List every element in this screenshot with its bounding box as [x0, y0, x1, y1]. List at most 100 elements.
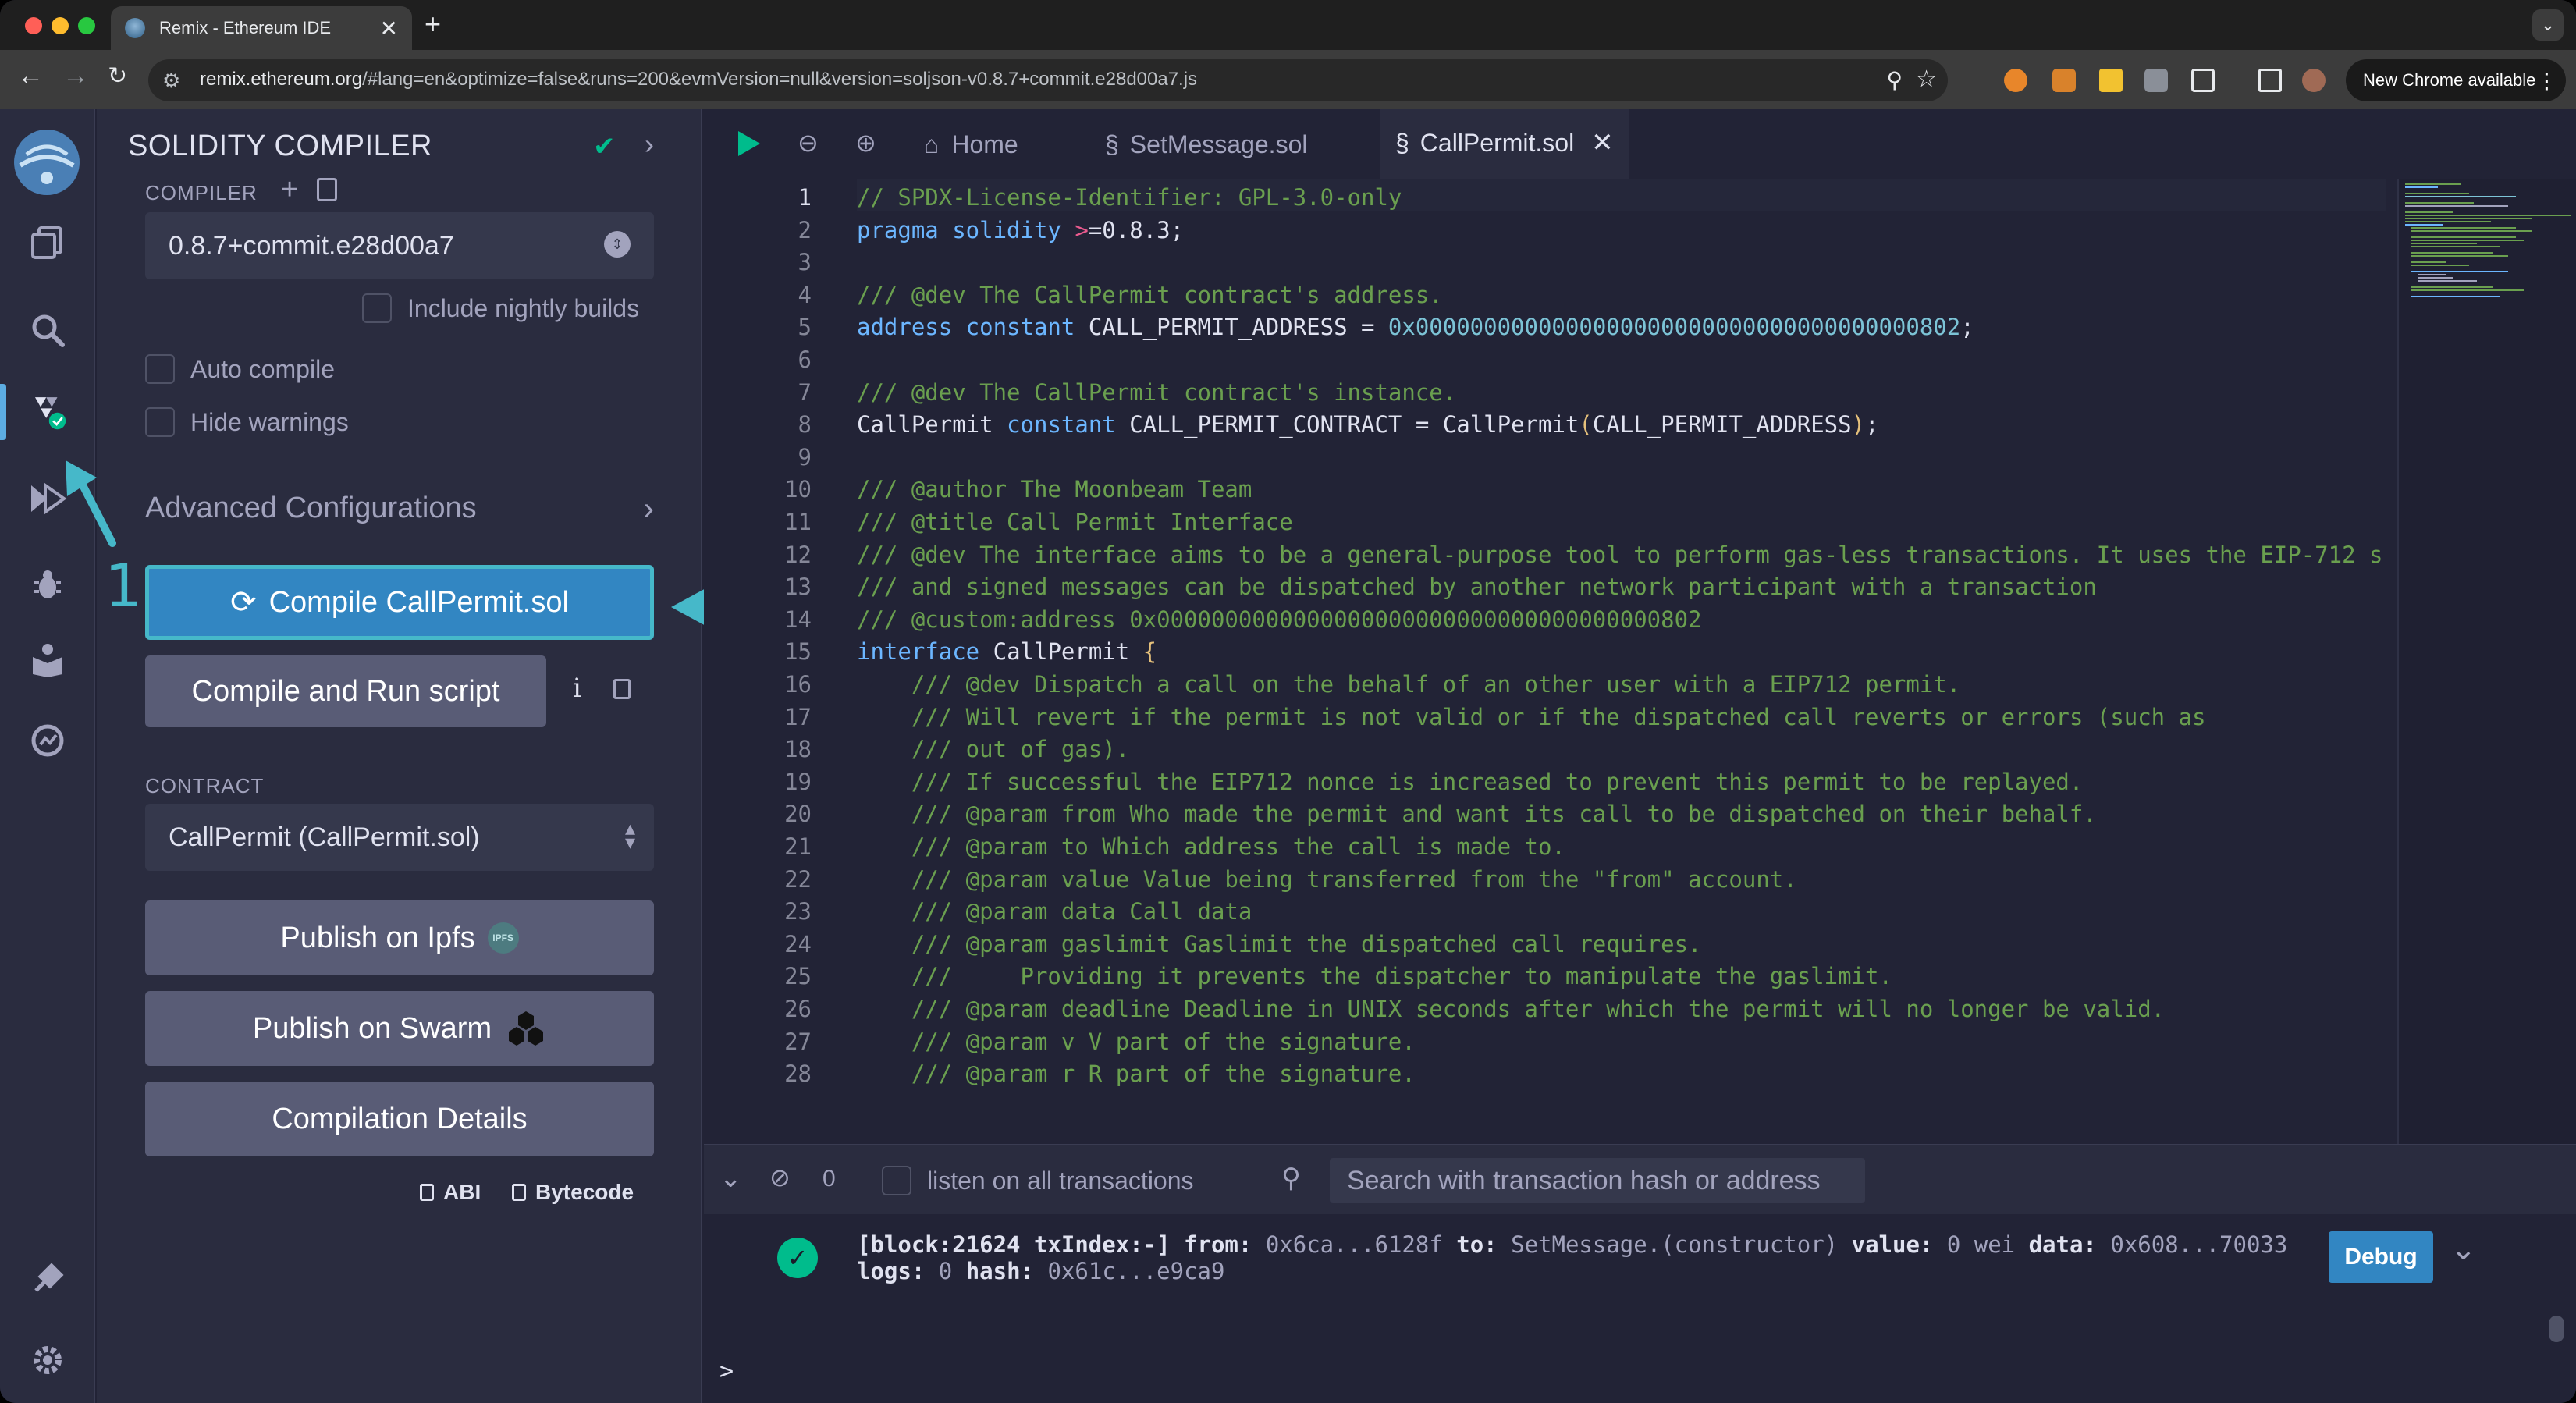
- code-line[interactable]: address constant CALL_PERMIT_ADDRESS = 0…: [857, 314, 1974, 340]
- code-line[interactable]: /// @param r R part of the signature.: [857, 1060, 1416, 1087]
- include-nightly-checkbox-row[interactable]: Include nightly builds: [362, 293, 639, 323]
- code-line[interactable]: // SPDX-License-Identifier: GPL-3.0-only: [857, 184, 1402, 211]
- abi-copy-button[interactable]: ABI: [420, 1180, 481, 1205]
- file-explorer-icon[interactable]: [28, 223, 67, 262]
- clear-console-icon[interactable]: ⊘: [769, 1163, 791, 1192]
- code-line[interactable]: /// @dev The CallPermit contract's insta…: [857, 379, 1456, 406]
- reload-icon[interactable]: ↻: [108, 62, 127, 90]
- terminal-scrollbar[interactable]: [2549, 1316, 2564, 1342]
- extension-metamask-icon[interactable]: [2052, 69, 2076, 92]
- code-line[interactable]: /// @custom:address 0x000000000000000000…: [857, 606, 1702, 633]
- forward-arrow-icon[interactable]: →: [62, 61, 89, 91]
- listen-transactions-row[interactable]: listen on all transactions: [882, 1166, 1194, 1195]
- expand-log-chevron-icon[interactable]: ⌄: [2450, 1231, 2477, 1267]
- compile-button[interactable]: ⟳ Compile CallPermit.sol: [145, 565, 654, 640]
- debug-button[interactable]: Debug: [2329, 1231, 2433, 1283]
- hide-warnings-checkbox[interactable]: [145, 407, 175, 437]
- analytics-plugin-icon[interactable]: [28, 721, 67, 760]
- site-info-icon[interactable]: ⚙: [162, 69, 180, 93]
- transaction-log-line-2[interactable]: logs: 0 hash: 0x61c...e9ca9: [857, 1258, 1224, 1284]
- publish-swarm-button[interactable]: Publish on Swarm: [145, 991, 654, 1066]
- code-area[interactable]: // SPDX-License-Identifier: GPL-3.0-only…: [857, 179, 2386, 1144]
- contract-select[interactable]: CallPermit (CallPermit.sol) ▴ ▾: [145, 804, 654, 871]
- extension-yellow-icon[interactable]: [2099, 69, 2123, 92]
- run-script-play-icon[interactable]: [735, 130, 762, 162]
- transaction-search-input[interactable]: Search with transaction hash or address: [1330, 1158, 1865, 1203]
- code-line[interactable]: /// @author The Moonbeam Team: [857, 476, 1252, 503]
- tab-home[interactable]: ⌂ Home: [924, 109, 1018, 179]
- info-icon[interactable]: i: [573, 673, 581, 704]
- collapse-terminal-icon[interactable]: ⌄: [720, 1163, 742, 1194]
- auto-compile-checkbox[interactable]: [145, 354, 175, 384]
- add-compiler-icon[interactable]: +: [281, 173, 298, 207]
- code-line[interactable]: /// Will revert if the permit is not val…: [857, 704, 2206, 730]
- auto-compile-checkbox-row[interactable]: Auto compile: [145, 354, 335, 384]
- publish-ipfs-button[interactable]: Publish on Ipfs IPFS: [145, 900, 654, 975]
- code-line[interactable]: /// @param from Who made the permit and …: [857, 801, 2097, 827]
- tab-callpermit[interactable]: § CallPermit.sol ✕: [1380, 109, 1629, 179]
- copy-icon[interactable]: [613, 679, 631, 699]
- window-maximize-button[interactable]: [78, 17, 95, 34]
- window-minimize-button[interactable]: [52, 17, 69, 34]
- side-panel-icon[interactable]: [2258, 69, 2282, 92]
- more-menu-icon[interactable]: ⋮: [2535, 68, 2557, 94]
- code-line[interactable]: /// @param data Call data: [857, 898, 1252, 925]
- zoom-out-icon[interactable]: ⊖: [798, 128, 819, 158]
- tab-search-button[interactable]: ⌄: [2532, 9, 2564, 41]
- new-tab-button[interactable]: +: [425, 8, 441, 41]
- compile-and-run-button[interactable]: Compile and Run script: [145, 655, 546, 727]
- solidity-compiler-icon[interactable]: [28, 392, 67, 431]
- code-editor[interactable]: 1 2 3 4 5 6 7 8 9 10 11 12 13 14 15 16 17 18 19 20 21 22 23 24 2…: [704, 179, 2576, 1144]
- chrome-update-button[interactable]: New Chrome available ⋮: [2346, 59, 2566, 101]
- settings-gear-icon[interactable]: [28, 1341, 67, 1380]
- extensions-puzzle-icon[interactable]: [2191, 69, 2215, 92]
- code-line[interactable]: /// @param deadline Deadline in UNIX sec…: [857, 996, 2165, 1022]
- code-line[interactable]: /// If successful the EIP712 nonce is in…: [857, 769, 2084, 795]
- zoom-icon[interactable]: ⚲: [1886, 67, 1903, 93]
- learneth-icon[interactable]: [28, 640, 67, 679]
- window-close-button[interactable]: [25, 17, 42, 34]
- code-line[interactable]: /// @dev The CallPermit contract's addre…: [857, 282, 1443, 308]
- code-line[interactable]: /// @dev The interface aims to be a gene…: [857, 542, 2382, 568]
- code-line[interactable]: interface CallPermit {: [857, 638, 1157, 665]
- load-compiler-file-icon[interactable]: [317, 178, 337, 201]
- profile-avatar[interactable]: [2302, 69, 2326, 92]
- code-line[interactable]: /// @dev Dispatch a call on the behalf o…: [857, 671, 1960, 698]
- plugin-manager-icon[interactable]: [28, 1259, 67, 1298]
- address-bar[interactable]: ⚙ remix.ethereum.org/#lang=en&optimize=f…: [148, 59, 1948, 101]
- code-line[interactable]: /// @param gaslimit Gaslimit the dispatc…: [857, 931, 1702, 957]
- terminal-prompt[interactable]: >: [720, 1358, 734, 1385]
- line-number: 13: [784, 574, 812, 601]
- code-line[interactable]: /// @param value Value being transferred…: [857, 866, 1797, 893]
- tab-setmessage[interactable]: § SetMessage.sol: [1105, 109, 1307, 179]
- remix-logo-icon[interactable]: [9, 125, 84, 200]
- code-line[interactable]: /// @title Call Permit Interface: [857, 509, 1293, 535]
- editor-minimap[interactable]: [2397, 179, 2576, 1144]
- compilation-details-button[interactable]: Compilation Details: [145, 1082, 654, 1156]
- bookmark-star-icon[interactable]: ☆: [1916, 66, 1937, 93]
- code-line[interactable]: /// out of gas).: [857, 736, 1129, 762]
- bytecode-copy-button[interactable]: Bytecode: [512, 1180, 634, 1205]
- code-line[interactable]: pragma solidity >=0.8.3;: [857, 217, 1184, 243]
- code-line[interactable]: /// @param to Which address the call is …: [857, 833, 1565, 860]
- listen-transactions-checkbox[interactable]: [882, 1166, 911, 1195]
- transaction-log-line-1[interactable]: [block:21624 txIndex:-] from: 0x6ca...61…: [857, 1231, 2287, 1258]
- code-line[interactable]: /// and signed messages can be dispatche…: [857, 574, 2097, 600]
- code-line[interactable]: /// @param v V part of the signature.: [857, 1028, 1416, 1055]
- close-tab-icon[interactable]: ✕: [1591, 127, 1614, 158]
- include-nightly-checkbox[interactable]: [362, 293, 392, 323]
- advanced-configurations-toggle[interactable]: Advanced Configurations ›: [145, 492, 654, 526]
- code-line[interactable]: CallPermit constant CALL_PERMIT_CONTRACT…: [857, 411, 1879, 438]
- zoom-in-icon[interactable]: ⊕: [855, 128, 876, 158]
- panel-collapse-chevron-icon[interactable]: ›: [645, 128, 654, 161]
- compiler-version-select[interactable]: 0.8.7+commit.e28d00a7 ⇕: [145, 212, 654, 279]
- code-line[interactable]: /// Providing it prevents the dispatcher…: [857, 963, 1892, 989]
- hide-warnings-checkbox-row[interactable]: Hide warnings: [145, 407, 349, 437]
- terminal-output[interactable]: ✓ [block:21624 txIndex:-] from: 0x6ca...…: [704, 1214, 2576, 1403]
- back-arrow-icon[interactable]: ←: [17, 61, 44, 91]
- extension-bitcoin-icon[interactable]: [2004, 69, 2027, 92]
- search-icon[interactable]: [28, 311, 67, 350]
- browser-tab-remix[interactable]: Remix - Ethereum IDE ✕: [111, 6, 412, 50]
- close-tab-icon[interactable]: ✕: [380, 16, 398, 41]
- extension-grey-icon[interactable]: [2144, 69, 2168, 92]
